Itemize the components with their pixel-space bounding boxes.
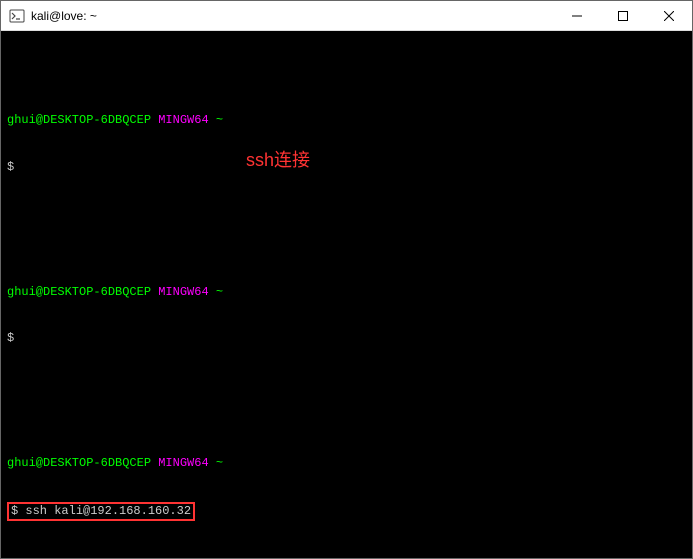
prompt-line: $ <box>7 331 686 347</box>
window-controls <box>554 1 692 30</box>
maximize-button[interactable] <box>600 1 646 30</box>
prompt-line: $ <box>7 160 686 176</box>
prompt-line: ghui@DESKTOP-6DBQCEP MINGW64 ~ <box>7 113 686 129</box>
terminal-body[interactable]: ssh连接 ghui@DESKTOP-6DBQCEP MINGW64 ~ $ g… <box>1 31 692 558</box>
app-icon <box>9 8 25 24</box>
prompt-line: ghui@DESKTOP-6DBQCEP MINGW64 ~ <box>7 285 686 301</box>
terminal-window: kali@love: ~ ssh连接 ghui@DESKTOP-6DBQCEP … <box>0 0 693 559</box>
minimize-button[interactable] <box>554 1 600 30</box>
prompt-line: ghui@DESKTOP-6DBQCEP MINGW64 ~ <box>7 456 686 472</box>
ssh-command-line: $ ssh kali@192.168.160.32 <box>7 503 686 521</box>
window-title: kali@love: ~ <box>31 9 554 23</box>
annotation-ssh: ssh连接 <box>246 149 310 172</box>
close-button[interactable] <box>646 1 692 30</box>
titlebar: kali@love: ~ <box>1 1 692 31</box>
